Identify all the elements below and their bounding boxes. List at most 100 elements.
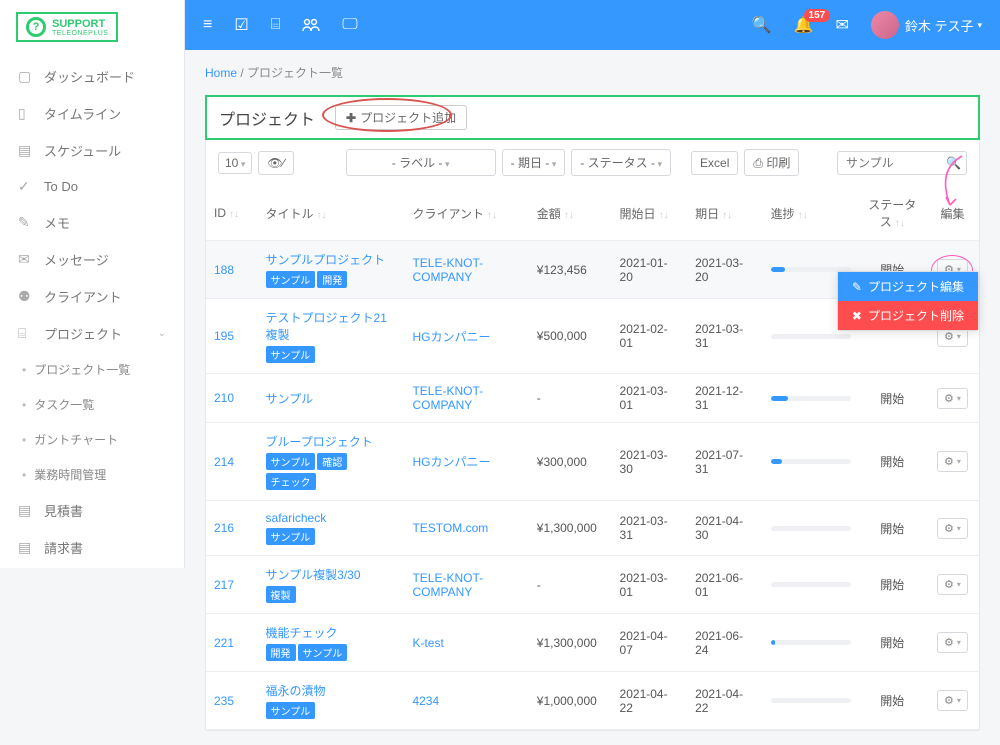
col-title[interactable]: タイトル xyxy=(266,207,314,221)
nav-icon: ▢ xyxy=(18,68,34,85)
due-filter[interactable]: - 期日 - xyxy=(502,149,566,176)
row-title-link[interactable]: ブループロジェクト xyxy=(266,435,373,449)
user-menu[interactable]: 鈴木 テス子 ▾ xyxy=(871,11,982,39)
row-title-link[interactable]: サンプル xyxy=(266,392,314,406)
row-actions-button[interactable]: ⚙▾ xyxy=(937,574,968,595)
col-status[interactable]: ステータス xyxy=(868,198,916,229)
sidebar-item[interactable]: ▢ダッシュボード xyxy=(0,58,184,95)
progress-bar xyxy=(771,396,851,401)
row-actions-button[interactable]: ⚙▾ xyxy=(937,632,968,653)
row-id-link[interactable]: 217 xyxy=(214,578,234,592)
row-client-link[interactable]: K-test xyxy=(412,636,443,650)
sidebar-item[interactable]: ✉メッセージ xyxy=(0,241,184,278)
sidebar-item[interactable]: ⌸プロジェクト⌄ xyxy=(0,315,184,352)
mail-icon[interactable]: ✉ xyxy=(835,15,848,35)
row-id-link[interactable]: 188 xyxy=(214,263,234,277)
sidebar-item[interactable]: ▯タイムライン xyxy=(0,95,184,132)
row-due-date: 2021-07-31 xyxy=(687,423,763,501)
row-title-link[interactable]: 福永の漬物 xyxy=(266,684,326,698)
sidebar-item[interactable]: ⚉ クライアント xyxy=(0,278,184,315)
tag: サンプル xyxy=(266,453,316,470)
sidebar-item-label: クライアント xyxy=(44,287,121,306)
notifications-icon[interactable]: 🔔157 xyxy=(794,15,814,35)
row-actions-button[interactable]: ⚙▾ xyxy=(937,690,968,711)
sidebar-item-label: スケジュール xyxy=(44,141,121,160)
add-project-label: プロジェクト追加 xyxy=(360,109,456,126)
sidebar-subitem[interactable]: 業務時間管理 xyxy=(0,457,184,492)
row-actions-button[interactable]: ⚙▾ xyxy=(937,518,968,539)
col-due[interactable]: 期日 xyxy=(695,207,719,221)
tag: サンプル xyxy=(266,271,316,288)
panel-header: プロジェクト ✚ プロジェクト追加 xyxy=(205,95,980,140)
row-title-link[interactable]: 機能チェック xyxy=(266,626,338,640)
row-title-link[interactable]: テストプロジェクト21複製 xyxy=(266,311,387,342)
print-button[interactable]: ⎙ 印刷 xyxy=(744,149,799,176)
row-amount: ¥123,456 xyxy=(529,241,612,299)
nav-icon: ⚉ xyxy=(18,288,34,305)
sidebar-item[interactable]: ▤請求書 xyxy=(0,529,184,566)
label-filter[interactable]: - ラベル - xyxy=(346,149,496,176)
row-title-link[interactable]: safaricheck xyxy=(266,511,327,525)
row-id-link[interactable]: 214 xyxy=(214,455,234,469)
sidebar-item[interactable]: ✓To Do xyxy=(0,169,184,204)
sidebar-item[interactable]: ✎メモ xyxy=(0,204,184,241)
excel-button[interactable]: Excel xyxy=(691,151,738,175)
progress-bar xyxy=(771,698,851,703)
status-filter[interactable]: - ステータス - xyxy=(571,149,671,176)
row-id-link[interactable]: 235 xyxy=(214,694,234,708)
row-amount: ¥1,000,000 xyxy=(529,672,612,730)
row-title-link[interactable]: サンプル複製3/30 xyxy=(266,568,361,582)
project-icon[interactable]: ⌸ xyxy=(271,16,281,34)
row-actions-button[interactable]: ⚙▾ xyxy=(937,451,968,472)
sidebar-item[interactable]: ▤見積書 xyxy=(0,492,184,529)
row-client-link[interactable]: HGカンパニー xyxy=(412,330,490,344)
row-id-link[interactable]: 221 xyxy=(214,636,234,650)
row-status: 開始 xyxy=(859,672,926,730)
col-id[interactable]: ID xyxy=(214,206,226,220)
row-id-link[interactable]: 216 xyxy=(214,521,234,535)
breadcrumb-home[interactable]: Home xyxy=(205,66,237,80)
sidebar-subitem[interactable]: ガントチャート xyxy=(0,422,184,457)
progress-bar xyxy=(771,526,851,531)
row-id-link[interactable]: 210 xyxy=(214,391,234,405)
row-client-link[interactable]: TELE-KNOT-COMPANY xyxy=(412,384,483,412)
add-project-button[interactable]: ✚ プロジェクト追加 xyxy=(335,105,467,130)
row-start-date: 2021-03-01 xyxy=(612,556,688,614)
search-input[interactable] xyxy=(837,151,967,175)
col-progress[interactable]: 進捗 xyxy=(771,207,795,221)
logo-sub: TELEONEPLUS xyxy=(52,30,108,37)
logo[interactable]: ? SUPPORTTELEONEPLUS xyxy=(0,0,184,54)
menu-icon[interactable]: ≡ xyxy=(203,16,212,34)
delete-project-action[interactable]: ✖ プロジェクト削除 xyxy=(838,301,978,330)
monitor-icon[interactable]: 🖵 xyxy=(342,16,357,34)
table-row: 214 ブループロジェクトサンプル確認チェック HGカンパニー ¥300,000… xyxy=(206,423,979,501)
tag: チェック xyxy=(266,473,316,490)
page-size-select[interactable]: 10 xyxy=(218,152,252,174)
search-icon[interactable]: 🔍 xyxy=(752,15,772,35)
row-client-link[interactable]: TESTOM.com xyxy=(412,521,488,535)
row-amount: - xyxy=(529,374,612,423)
edit-project-action[interactable]: ✎ プロジェクト編集 xyxy=(838,272,978,301)
row-client-link[interactable]: TELE-KNOT-COMPANY xyxy=(412,256,483,284)
row-client-link[interactable]: HGカンパニー xyxy=(412,455,490,469)
col-amount[interactable]: 金額 xyxy=(537,207,561,221)
nav-icon: ⌸ xyxy=(18,325,34,342)
clients-icon[interactable] xyxy=(302,18,320,32)
check-icon[interactable]: ☑ xyxy=(234,15,248,35)
row-title-link[interactable]: サンプルプロジェクト xyxy=(266,253,386,267)
tag: サンプル xyxy=(298,644,348,661)
row-actions-button[interactable]: ⚙▾ xyxy=(937,388,968,409)
plus-icon: ✚ xyxy=(346,111,356,125)
row-amount: ¥1,300,000 xyxy=(529,614,612,672)
sidebar-subitem[interactable]: プロジェクト一覧 xyxy=(0,352,184,387)
sidebar-item[interactable]: ▤スケジュール xyxy=(0,132,184,169)
col-client[interactable]: クライアント xyxy=(412,207,484,221)
avatar xyxy=(871,11,899,39)
row-client-link[interactable]: TELE-KNOT-COMPANY xyxy=(412,571,483,599)
col-start[interactable]: 開始日 xyxy=(620,207,656,221)
chevron-down-icon: ⌄ xyxy=(158,328,166,339)
row-id-link[interactable]: 195 xyxy=(214,329,234,343)
sidebar-subitem[interactable]: タスク一覧 xyxy=(0,387,184,422)
row-client-link[interactable]: 4234 xyxy=(412,694,439,708)
visibility-toggle[interactable]: 👁∕ xyxy=(258,151,293,175)
